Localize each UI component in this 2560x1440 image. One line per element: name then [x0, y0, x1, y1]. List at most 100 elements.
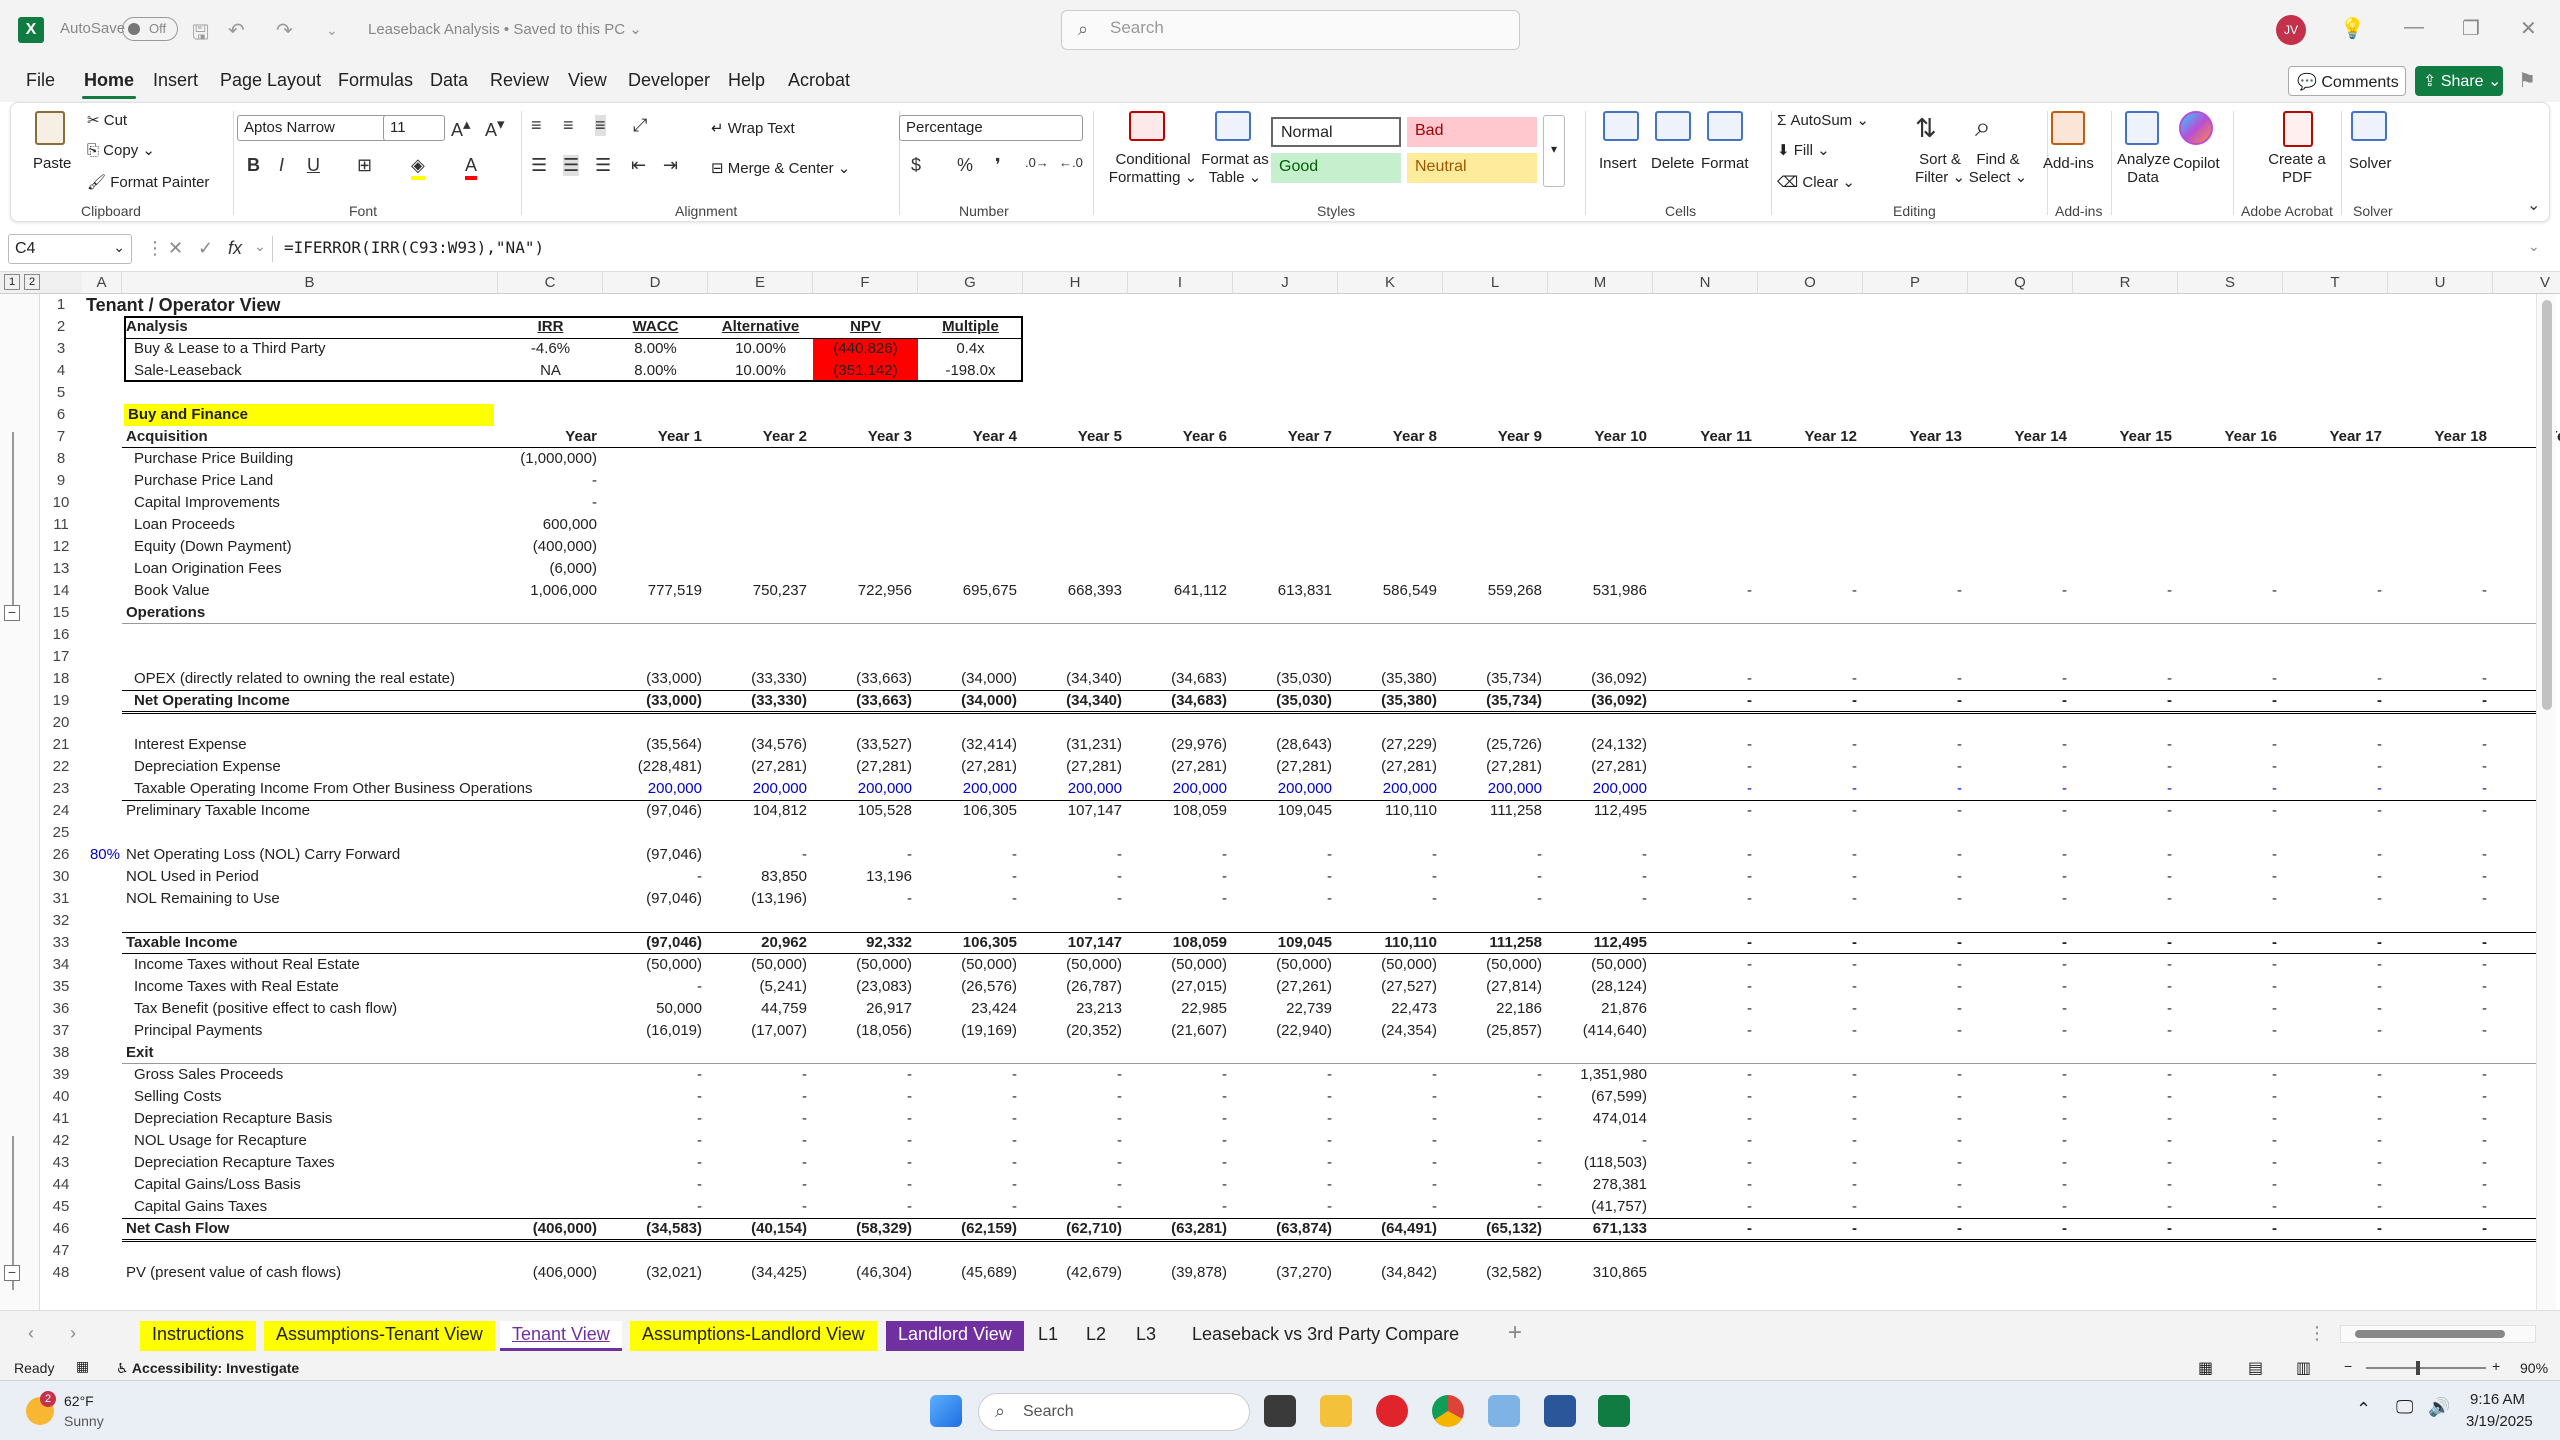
- row-value[interactable]: -: [2073, 1020, 2172, 1042]
- row-value[interactable]: -: [918, 844, 1017, 866]
- year-header[interactable]: Year 12: [1758, 426, 1857, 448]
- row-value[interactable]: -: [1968, 1174, 2067, 1196]
- row-value[interactable]: -: [1023, 1130, 1122, 1152]
- row-value[interactable]: -: [1968, 1130, 2067, 1152]
- row-value[interactable]: (228,481): [603, 756, 702, 778]
- row-value[interactable]: 108,059: [1128, 800, 1227, 822]
- horizontal-scrollbar[interactable]: [2340, 1325, 2536, 1343]
- row-value[interactable]: -: [1653, 778, 1752, 800]
- row-value[interactable]: -: [1443, 1196, 1542, 1218]
- decrease-indent-icon[interactable]: ⇤: [631, 155, 646, 176]
- row-value[interactable]: -: [603, 1130, 702, 1152]
- align-top-icon[interactable]: ≡: [531, 115, 542, 136]
- row-value[interactable]: (34,000): [918, 690, 1017, 712]
- row-value[interactable]: -: [1653, 1174, 1752, 1196]
- row-value[interactable]: (28,643): [1233, 734, 1332, 756]
- row-header[interactable]: 42: [40, 1130, 82, 1152]
- column-header-k[interactable]: K: [1338, 272, 1443, 294]
- percent-icon[interactable]: %: [957, 155, 973, 176]
- row-header[interactable]: 36: [40, 998, 82, 1020]
- create-pdf-icon[interactable]: [2283, 111, 2313, 147]
- ribbon-options-icon[interactable]: ⚑: [2518, 68, 2536, 93]
- sort-filter-button[interactable]: Sort & Filter ⌄: [1907, 151, 1973, 187]
- row-value[interactable]: 559,268: [1443, 580, 1542, 602]
- style-neutral[interactable]: Neutral: [1407, 153, 1537, 183]
- row-value[interactable]: -: [2388, 866, 2487, 888]
- row-value[interactable]: 26,917: [813, 998, 912, 1020]
- row-value[interactable]: (50,000): [603, 954, 702, 976]
- column-header-o[interactable]: O: [1758, 272, 1863, 294]
- row-value[interactable]: (17,007): [708, 1020, 807, 1042]
- row-value[interactable]: -: [708, 1196, 807, 1218]
- align-left-icon[interactable]: ☰: [531, 155, 547, 176]
- row-value[interactable]: -: [2073, 690, 2172, 712]
- year-header[interactable]: Year 11: [1653, 426, 1752, 448]
- row-value[interactable]: (50,000): [1548, 954, 1647, 976]
- sort-filter-icon[interactable]: ⇅: [1915, 113, 1937, 144]
- tab-home[interactable]: Home: [81, 70, 137, 99]
- restore-icon[interactable]: ❐: [2462, 16, 2480, 41]
- row-value[interactable]: -: [2388, 668, 2487, 690]
- notepad-icon[interactable]: [1544, 1395, 1576, 1427]
- row-value[interactable]: (50,000): [918, 954, 1017, 976]
- row-value[interactable]: -: [1758, 1130, 1857, 1152]
- row-value[interactable]: -: [813, 1064, 912, 1086]
- row-value[interactable]: 20,962: [708, 932, 807, 954]
- operations-label[interactable]: Operations: [126, 602, 205, 624]
- row-value[interactable]: -: [1863, 1152, 1962, 1174]
- accounting-icon[interactable]: $: [911, 155, 921, 176]
- row-value[interactable]: -: [603, 1196, 702, 1218]
- row-value[interactable]: -: [1128, 1152, 1227, 1174]
- sheet-tab-l2[interactable]: L2: [1074, 1321, 1118, 1351]
- row-value[interactable]: (64,491): [1338, 1218, 1437, 1240]
- row-value[interactable]: -: [2073, 888, 2172, 910]
- row-label[interactable]: Interest Expense: [134, 734, 247, 756]
- cut-button[interactable]: ✂ Cut: [87, 111, 127, 129]
- row-value[interactable]: 200,000: [708, 778, 807, 800]
- row-value[interactable]: (36,092): [1548, 690, 1647, 712]
- row-value[interactable]: -: [2178, 1086, 2277, 1108]
- row-value[interactable]: -: [1443, 1130, 1542, 1152]
- increase-indent-icon[interactable]: ⇥: [663, 155, 678, 176]
- column-header-d[interactable]: D: [603, 272, 708, 294]
- row-value[interactable]: -: [1023, 1152, 1122, 1174]
- row-header[interactable]: 35: [40, 976, 82, 998]
- row-value[interactable]: -: [1128, 1064, 1227, 1086]
- more-icon[interactable]: ⋮: [146, 238, 164, 259]
- row-value[interactable]: -: [2178, 778, 2277, 800]
- row-value[interactable]: -: [2283, 932, 2382, 954]
- row-value[interactable]: -: [2178, 1064, 2277, 1086]
- row-value[interactable]: -: [2388, 844, 2487, 866]
- row-value[interactable]: -: [2178, 866, 2277, 888]
- column-header-f[interactable]: F: [813, 272, 918, 294]
- align-right-icon[interactable]: ☰: [595, 155, 611, 176]
- row-value[interactable]: (42,679): [1023, 1262, 1122, 1284]
- row-value[interactable]: (26,787): [1023, 976, 1122, 998]
- row-value[interactable]: -: [2283, 866, 2382, 888]
- row-value[interactable]: 108,059: [1128, 932, 1227, 954]
- wrap-text-button[interactable]: ↵ Wrap Text: [711, 119, 795, 137]
- row-header[interactable]: 12: [40, 536, 82, 558]
- row-value[interactable]: (32,414): [918, 734, 1017, 756]
- row-value[interactable]: 109,045: [1233, 932, 1332, 954]
- format-as-table-button[interactable]: Format as Table ⌄: [1197, 151, 1273, 187]
- row-label[interactable]: Capital Gains/Loss Basis: [134, 1174, 301, 1196]
- row-value[interactable]: (22,940): [1233, 1020, 1332, 1042]
- row-value[interactable]: -: [1758, 932, 1857, 954]
- row-label[interactable]: Book Value: [134, 580, 210, 602]
- row-value[interactable]: -: [1653, 1196, 1752, 1218]
- row-value[interactable]: (27,281): [708, 756, 807, 778]
- row-value[interactable]: -: [1968, 1152, 2067, 1174]
- cancel-icon[interactable]: ✕: [168, 238, 183, 259]
- format-cells-button[interactable]: Format: [1701, 155, 1749, 173]
- row-value[interactable]: 531,986: [1548, 580, 1647, 602]
- row-value[interactable]: 200,000: [1023, 778, 1122, 800]
- row-header[interactable]: 23: [40, 778, 82, 800]
- row-value[interactable]: -: [813, 1086, 912, 1108]
- row-value[interactable]: (26,576): [918, 976, 1017, 998]
- row-value[interactable]: (34,842): [1338, 1262, 1437, 1284]
- delete-cells-button[interactable]: Delete: [1651, 155, 1694, 173]
- row-label[interactable]: Capital Gains Taxes: [134, 1196, 267, 1218]
- row-value[interactable]: -: [1758, 1086, 1857, 1108]
- row-value[interactable]: -: [813, 1152, 912, 1174]
